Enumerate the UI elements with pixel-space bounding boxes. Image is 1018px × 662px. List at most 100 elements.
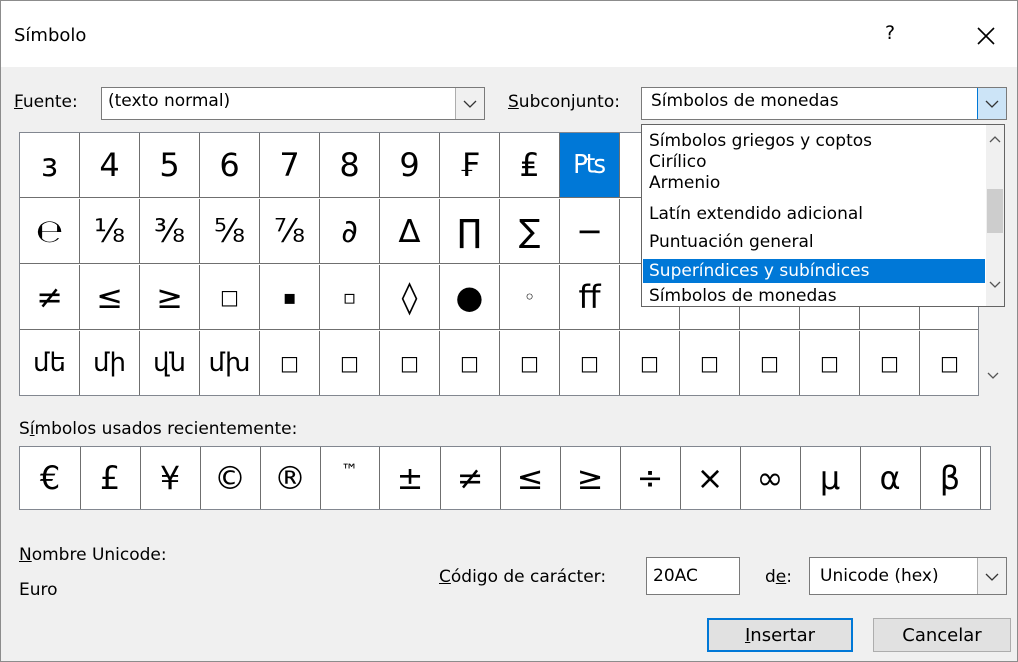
symbol-cell[interactable]: ⅛ xyxy=(80,199,140,264)
symbol-cell[interactable]: ▪ xyxy=(260,265,320,330)
subset-option[interactable]: Símbolos griegos y coptos xyxy=(643,131,985,151)
symbol-cell[interactable]: □ xyxy=(680,331,740,395)
symbol-cell[interactable]: ∏ xyxy=(440,199,500,264)
symbol-cell[interactable]: ≠ xyxy=(20,265,80,330)
symbol-cell[interactable]: մխ xyxy=(200,331,260,395)
symbol-cell[interactable]: վն xyxy=(140,331,200,395)
recent-symbol-cell[interactable]: ∞ xyxy=(740,447,801,509)
chevron-down-icon xyxy=(463,100,477,108)
symbol-dialog: Símbolo ? Fuente: (texto normal) Subconj… xyxy=(0,0,1018,662)
symbol-cell[interactable]: ≤ xyxy=(80,265,140,330)
symbol-cell[interactable]: ≥ xyxy=(140,265,200,330)
subset-value: Símbolos de monedas xyxy=(651,91,839,111)
symbol-cell[interactable]: 4 xyxy=(80,133,140,198)
symbol-cell[interactable]: ₤ xyxy=(500,133,560,198)
subset-option[interactable]: Cirílico xyxy=(643,152,985,172)
symbol-cell[interactable]: □ xyxy=(800,331,860,395)
close-icon xyxy=(977,27,995,45)
help-button[interactable]: ? xyxy=(885,22,895,44)
symbol-cell[interactable]: 8 xyxy=(320,133,380,198)
recent-symbol-cell[interactable]: £ xyxy=(80,447,141,509)
subset-option[interactable]: Armenio xyxy=(643,173,985,193)
symbol-cell[interactable]: − xyxy=(560,199,620,264)
symbol-cell[interactable]: 9 xyxy=(380,133,440,198)
symbol-cell[interactable]: ₣ xyxy=(440,133,500,198)
recent-symbol-cell[interactable]: ± xyxy=(380,447,441,509)
dialog-title: Símbolo xyxy=(14,25,87,46)
symbol-cell[interactable]: □ xyxy=(920,331,978,395)
unicode-name-label: Nombre Unicode: xyxy=(19,545,167,565)
symbol-cell[interactable]: ﬀ xyxy=(560,265,620,330)
recent-symbol-cell[interactable]: ≤ xyxy=(500,447,561,509)
symbol-cell[interactable]: մի xyxy=(80,331,140,395)
symbol-cell[interactable]: □ xyxy=(560,331,620,395)
subset-dropdown-button[interactable] xyxy=(977,88,1006,119)
symbol-cell[interactable]: ∑ xyxy=(500,199,560,264)
symbol-cell[interactable]: ⅞ xyxy=(260,199,320,264)
symbol-cell[interactable]: □ xyxy=(440,331,500,395)
recent-symbol-cell[interactable]: € xyxy=(20,447,81,509)
symbol-cell[interactable]: ∂ xyxy=(320,199,380,264)
symbol-cell[interactable]: ◊ xyxy=(380,265,440,330)
recent-symbol-cell[interactable]: ® xyxy=(260,447,321,509)
subset-option[interactable]: Símbolos de monedas xyxy=(643,286,985,306)
recent-symbol-cell[interactable]: α xyxy=(860,447,921,509)
symbol-cell[interactable]: ℮ xyxy=(20,199,80,264)
recent-symbol-cell[interactable]: © xyxy=(200,447,261,509)
scroll-down-icon xyxy=(989,281,1001,288)
subset-option[interactable]: Latín extendido adicional xyxy=(643,204,985,224)
recent-symbols-grid[interactable]: € £ ¥ © ® ™ ± ≠ ≤ ≥ ÷ × ∞ µ α β xyxy=(19,446,991,510)
symbol-cell[interactable]: ₧ xyxy=(560,133,620,198)
scroll-down-icon xyxy=(987,372,999,379)
symbol-cell[interactable]: □ xyxy=(740,331,800,395)
symbol-cell[interactable]: ▫ xyxy=(320,265,380,330)
subset-dropdown-scrollbar[interactable] xyxy=(986,125,1004,306)
from-value: Unicode (hex) xyxy=(820,566,939,586)
from-label: de: xyxy=(765,567,792,587)
recent-symbol-cell[interactable]: ≥ xyxy=(560,447,621,509)
recent-symbol-cell[interactable]: × xyxy=(680,447,741,509)
subset-dropdown-list[interactable]: Símbolos griegos y coptos Cirílico Armen… xyxy=(641,124,1005,307)
font-select[interactable]: (texto normal) xyxy=(101,87,485,120)
scroll-thumb[interactable] xyxy=(987,189,1003,233)
subset-option[interactable]: Puntuación general xyxy=(643,232,985,252)
from-dropdown-button[interactable] xyxy=(977,558,1006,594)
font-dropdown-button[interactable] xyxy=(455,88,484,119)
close-button[interactable] xyxy=(971,21,1001,51)
symbol-cell[interactable]: ⅝ xyxy=(200,199,260,264)
symbol-cell[interactable]: 5 xyxy=(140,133,200,198)
symbol-cell[interactable]: □ xyxy=(620,331,680,395)
symbol-cell[interactable]: 6 xyxy=(200,133,260,198)
symbol-cell[interactable]: □ xyxy=(500,331,560,395)
cancel-button[interactable]: Cancelar xyxy=(873,618,1011,652)
recent-symbol-cell[interactable]: ™ xyxy=(320,447,380,509)
chevron-down-icon xyxy=(985,100,999,108)
recent-symbols-label: Símbolos usados recientemente: xyxy=(19,419,298,439)
char-code-input[interactable]: 20AC xyxy=(646,557,740,595)
subset-select[interactable]: Símbolos de monedas xyxy=(641,87,1007,120)
symbol-cell[interactable]: ∆ xyxy=(380,199,440,264)
symbol-cell[interactable]: з xyxy=(20,133,80,198)
symbol-cell[interactable]: 7 xyxy=(260,133,320,198)
symbol-cell[interactable]: ● xyxy=(440,265,500,330)
insert-button[interactable]: Insertar xyxy=(707,618,853,652)
symbol-cell[interactable]: □ xyxy=(200,265,260,330)
subset-option-highlighted[interactable]: Superíndices y subíndices xyxy=(643,259,985,283)
recent-symbol-cell[interactable]: β xyxy=(920,447,981,509)
recent-symbol-cell[interactable]: µ xyxy=(800,447,861,509)
chevron-down-icon xyxy=(985,573,999,581)
char-code-label: Código de carácter: xyxy=(439,567,607,587)
symbol-cell[interactable]: մե xyxy=(20,331,80,395)
symbol-cell[interactable]: □ xyxy=(320,331,380,395)
from-select[interactable]: Unicode (hex) xyxy=(809,557,1007,595)
scroll-up-icon xyxy=(989,136,1001,143)
symbol-cell[interactable]: □ xyxy=(380,331,440,395)
symbol-cell[interactable]: ◦ xyxy=(500,265,560,330)
symbol-cell[interactable]: □ xyxy=(860,331,920,395)
recent-symbol-cell[interactable]: ≠ xyxy=(440,447,501,509)
recent-symbol-cell[interactable]: ¥ xyxy=(140,447,201,509)
symbol-cell[interactable]: ⅜ xyxy=(140,199,200,264)
recent-symbol-cell[interactable]: ÷ xyxy=(620,447,681,509)
title-bar: Símbolo ? xyxy=(1,1,1017,67)
symbol-cell[interactable]: □ xyxy=(260,331,320,395)
